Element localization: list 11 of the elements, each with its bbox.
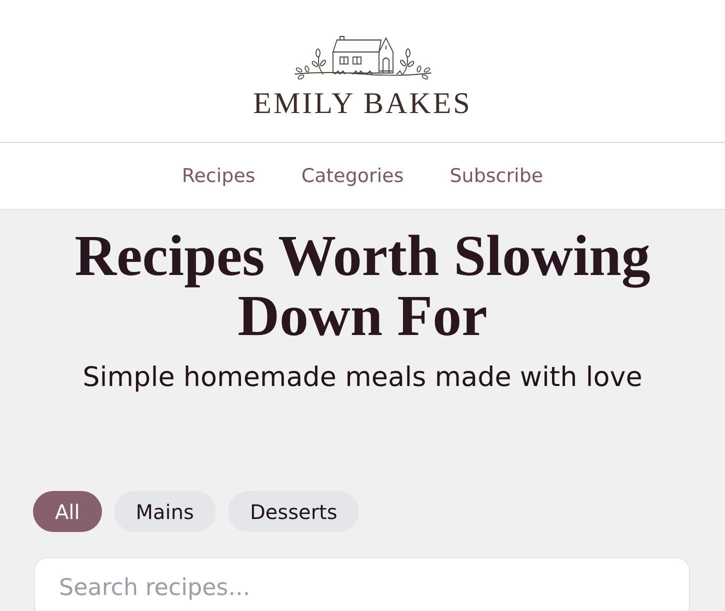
- house-with-leaves-icon: [292, 36, 432, 82]
- filter-pill[interactable]: All: [33, 491, 102, 532]
- nav-link[interactable]: Recipes: [182, 165, 256, 187]
- filter-pill[interactable]: Mains: [114, 491, 216, 532]
- hero-subtitle: Simple homemade meals made with love: [82, 362, 642, 393]
- nav-link[interactable]: Categories: [301, 165, 404, 187]
- logo-text: EMILY BAKES: [253, 88, 472, 120]
- nav-link[interactable]: Subscribe: [450, 165, 544, 187]
- filter-pill[interactable]: Desserts: [228, 491, 360, 532]
- search-field[interactable]: Search recipes...: [34, 557, 690, 611]
- hero-title: Recipes Worth Slowing Down For: [74, 226, 652, 346]
